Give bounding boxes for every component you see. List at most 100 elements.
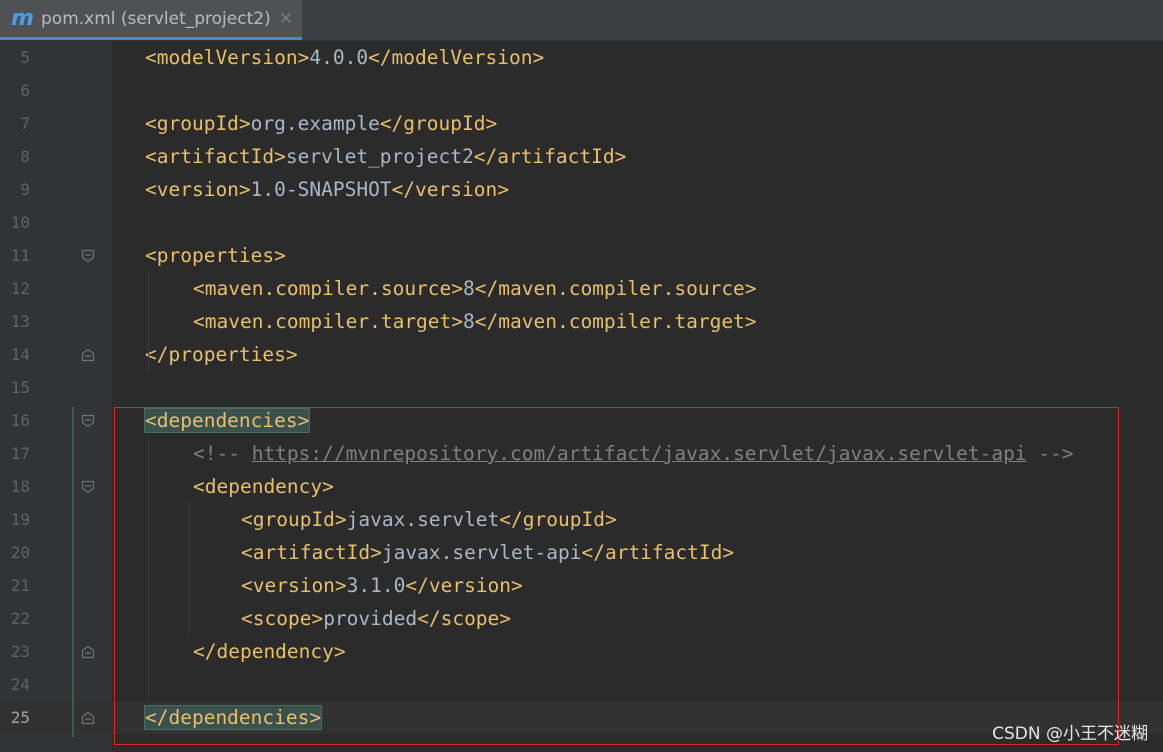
code-token: <groupId> xyxy=(241,508,347,531)
matched-tag: </dependencies> xyxy=(143,705,323,730)
line-number: 16 xyxy=(10,411,30,430)
code-text: <properties> xyxy=(145,239,286,272)
watermark: CSDN @小王不迷糊 xyxy=(992,724,1148,744)
code-line[interactable]: 6 xyxy=(0,74,1163,107)
code-token: </groupId> xyxy=(499,508,617,531)
line-number: 9 xyxy=(20,180,30,199)
code-text: </dependency> xyxy=(193,635,346,668)
line-number: 25 xyxy=(10,708,30,727)
code-token: javax.servlet xyxy=(346,508,500,531)
code-token: </dependency> xyxy=(193,640,346,663)
line-number: 12 xyxy=(10,279,30,298)
code-token: </artifactId> xyxy=(581,541,735,564)
matched-tag: <dependencies> xyxy=(143,408,311,433)
code-line[interactable]: 14 </properties> xyxy=(0,338,1163,371)
code-line[interactable]: 13 <maven.compiler.target>8</maven.compil… xyxy=(0,305,1163,338)
code-line[interactable]: 5 <modelVersion>4.0.0</modelVersion> xyxy=(0,41,1163,74)
code-token: <maven.compiler.source> xyxy=(193,277,464,300)
code-token: </groupId> xyxy=(379,112,498,135)
code-text: <groupId>javax.servlet</groupId> xyxy=(241,503,617,536)
maven-file-icon: m xyxy=(11,5,34,31)
code-token: </artifactId> xyxy=(473,145,627,168)
fold-close-icon[interactable] xyxy=(81,348,95,362)
code-token: </maven.compiler.target> xyxy=(474,310,757,333)
code-line[interactable]: 25 </dependencies> xyxy=(0,701,1163,734)
code-text: <groupId>org.example</groupId> xyxy=(145,107,497,140)
line-number: 15 xyxy=(10,378,30,397)
code-editor[interactable]: 5 <modelVersion>4.0.0</modelVersion> 6 7 <gr… xyxy=(0,41,1163,752)
code-token: </maven.compiler.source> xyxy=(474,277,757,300)
code-text: <version>3.1.0</version> xyxy=(241,569,523,602)
code-token: </modelVersion> xyxy=(368,46,545,69)
code-token: provided xyxy=(323,607,418,630)
code-token: <scope> xyxy=(241,607,324,630)
code-text: <maven.compiler.target>8</maven.compiler… xyxy=(193,305,757,338)
editor-tab-bar: m pom.xml (servlet_project2) ✕ xyxy=(0,0,1163,41)
line-number: 18 xyxy=(10,477,30,496)
line-number: 23 xyxy=(10,642,30,661)
code-token: 1.0-SNAPSHOT xyxy=(250,178,392,201)
code-token: <properties> xyxy=(145,244,286,267)
code-token: <maven.compiler.target> xyxy=(193,310,464,333)
code-line[interactable]: 17 <!-- https://mvnrepository.com/artifac… xyxy=(0,437,1163,470)
fold-open-icon[interactable] xyxy=(81,249,95,263)
line-number: 21 xyxy=(10,576,30,595)
line-number: 7 xyxy=(20,114,30,133)
code-token: <groupId> xyxy=(145,112,251,135)
code-token: </scope> xyxy=(417,607,512,630)
code-text: <modelVersion>4.0.0</modelVersion> xyxy=(145,41,544,74)
line-number: 17 xyxy=(10,444,30,463)
line-number: 24 xyxy=(10,675,30,694)
tab-title: pom.xml (servlet_project2) xyxy=(41,8,271,29)
code-token: </properties> xyxy=(145,343,298,366)
code-token: 8 xyxy=(463,277,475,300)
code-token: 3.1.0 xyxy=(346,574,406,597)
code-line[interactable]: 20 <artifactId>javax.servlet-api</artifac… xyxy=(0,536,1163,569)
comment-link[interactable]: https://mvnrepository.com/artifact/javax… xyxy=(252,442,1027,465)
line-number: 19 xyxy=(10,510,30,529)
line-number: 8 xyxy=(20,147,30,166)
code-text: </properties> xyxy=(145,338,298,371)
line-number: 5 xyxy=(20,48,30,67)
code-text: <maven.compiler.source>8</maven.compiler… xyxy=(193,272,757,305)
code-token: <!-- xyxy=(193,442,252,465)
code-line[interactable]: 24 xyxy=(0,668,1163,701)
code-line[interactable]: 11 <properties> xyxy=(0,239,1163,272)
fold-open-icon[interactable] xyxy=(81,480,95,494)
line-number: 13 xyxy=(10,312,30,331)
fold-open-icon[interactable] xyxy=(81,414,95,428)
code-line[interactable]: 18 <dependency> xyxy=(0,470,1163,503)
code-line[interactable]: 15 xyxy=(0,371,1163,404)
code-line[interactable]: 7 <groupId>org.example</groupId> xyxy=(0,107,1163,140)
code-line[interactable]: 9 <version>1.0-SNAPSHOT</version> xyxy=(0,173,1163,206)
code-text: </dependencies> xyxy=(143,701,323,734)
code-line[interactable]: 8 <artifactId>servlet_project2</artifactI… xyxy=(0,140,1163,173)
indent-guide xyxy=(189,503,190,635)
fold-close-icon[interactable] xyxy=(81,645,95,659)
line-number: 20 xyxy=(10,543,30,562)
line-number: 11 xyxy=(10,246,30,265)
code-text: <scope>provided</scope> xyxy=(241,602,511,635)
code-line[interactable]: 23 </dependency> xyxy=(0,635,1163,668)
code-line[interactable]: 19 <groupId>javax.servlet</groupId> xyxy=(0,503,1163,536)
code-token: <version> xyxy=(241,574,347,597)
tab-pom-xml[interactable]: m pom.xml (servlet_project2) ✕ xyxy=(0,0,302,40)
code-token: <modelVersion> xyxy=(145,46,310,69)
code-token: <dependency> xyxy=(193,475,334,498)
code-token: org.example xyxy=(250,112,380,135)
vcs-change-marker[interactable] xyxy=(72,407,74,737)
code-text: <artifactId>javax.servlet-api</artifactI… xyxy=(241,536,734,569)
indent-guide xyxy=(148,437,149,701)
code-line[interactable]: 16 <dependencies> xyxy=(0,404,1163,437)
ide-window: m pom.xml (servlet_project2) ✕ 5 <modelVe… xyxy=(0,0,1163,752)
code-line[interactable]: 12 <maven.compiler.source>8</maven.compil… xyxy=(0,272,1163,305)
code-token: --> xyxy=(1026,442,1074,465)
code-line[interactable]: 10 xyxy=(0,206,1163,239)
code-token: servlet_project2 xyxy=(285,145,474,168)
code-line[interactable]: 21 <version>3.1.0</version> xyxy=(0,569,1163,602)
close-icon[interactable]: ✕ xyxy=(279,9,293,29)
code-token: 4.0.0 xyxy=(309,46,369,69)
fold-close-icon[interactable] xyxy=(81,711,95,725)
code-line[interactable]: 22 <scope>provided</scope> xyxy=(0,602,1163,635)
code-text: <artifactId>servlet_project2</artifactId… xyxy=(145,140,626,173)
